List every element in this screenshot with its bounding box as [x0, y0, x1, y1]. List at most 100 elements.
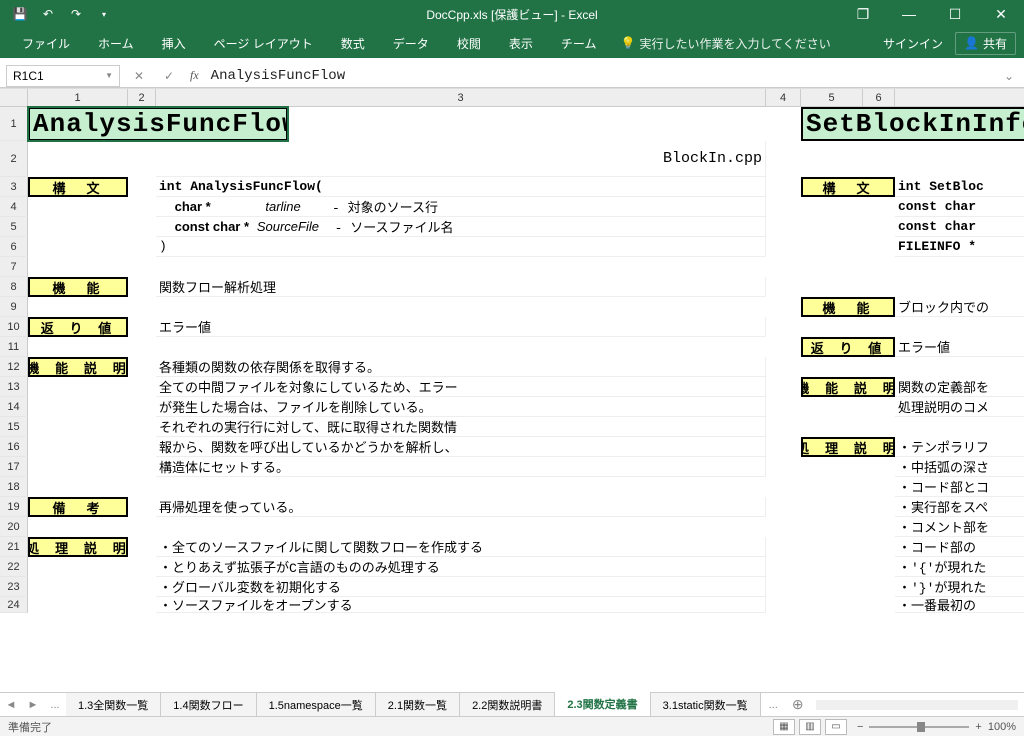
zoom-level[interactable]: 100%: [988, 721, 1016, 733]
cell[interactable]: ・中括弧の深さ: [895, 457, 1024, 477]
row-header[interactable]: 22: [0, 557, 28, 577]
row-header[interactable]: 11: [0, 337, 28, 357]
row-header[interactable]: 6: [0, 237, 28, 257]
tab-review[interactable]: 校閲: [443, 29, 495, 58]
cell[interactable]: 返 り 値: [801, 337, 895, 357]
maximize-button[interactable]: ☐: [932, 0, 978, 28]
spreadsheet-grid[interactable]: 123456 123456789101112131415161718192021…: [0, 88, 1024, 688]
sheet-nav-first-icon[interactable]: ◄: [0, 699, 22, 711]
view-pagelayout-icon[interactable]: ▥: [799, 719, 821, 735]
column-header[interactable]: 1: [28, 89, 128, 107]
tab-home[interactable]: ホーム: [84, 29, 148, 58]
row-header[interactable]: 23: [0, 577, 28, 597]
column-header[interactable]: 5: [801, 89, 863, 107]
row-header[interactable]: 1: [0, 107, 28, 141]
sheet-nav-prev-icon[interactable]: ►: [22, 699, 44, 711]
cell[interactable]: 機 能 説 明: [28, 357, 128, 377]
cell[interactable]: FILEINFO *: [895, 237, 1024, 257]
row-header[interactable]: 19: [0, 497, 28, 517]
cell[interactable]: ・全てのソースファイルに関して関数フローを作成する: [156, 537, 766, 557]
cell[interactable]: ・'{'が現れた: [895, 557, 1024, 577]
row-header[interactable]: 3: [0, 177, 28, 197]
cell[interactable]: ・実行部をスペ: [895, 497, 1024, 517]
tab-file[interactable]: ファイル: [8, 29, 84, 58]
close-button[interactable]: ✕: [978, 0, 1024, 28]
row-header[interactable]: 8: [0, 277, 28, 297]
row-header[interactable]: 21: [0, 537, 28, 557]
cell[interactable]: ・'}'が現れた: [895, 577, 1024, 597]
cell[interactable]: ・グローバル変数を初期化する: [156, 577, 766, 597]
row-header[interactable]: 24: [0, 597, 28, 613]
cell[interactable]: 機 能: [28, 277, 128, 297]
cell[interactable]: 機 能: [801, 297, 895, 317]
cell[interactable]: が発生した場合は、ファイルを削除している。: [156, 397, 766, 417]
redo-icon[interactable]: ↷: [64, 2, 88, 26]
row-header[interactable]: 2: [0, 141, 28, 177]
view-normal-icon[interactable]: ▦: [773, 719, 795, 735]
tab-insert[interactable]: 挿入: [148, 29, 200, 58]
cell[interactable]: ・とりあえず拡張子がC言語のもののみ処理する: [156, 557, 766, 577]
cell[interactable]: エラー値: [895, 337, 1024, 357]
cell[interactable]: ・ソースファイルをオープンする: [156, 597, 766, 613]
tab-view[interactable]: 表示: [495, 29, 547, 58]
cell[interactable]: ・テンポラリフ: [895, 437, 1024, 457]
cell[interactable]: 全ての中間ファイルを対象にしているため、エラー: [156, 377, 766, 397]
cell[interactable]: 再帰処理を使っている。: [156, 497, 766, 517]
row-header[interactable]: 18: [0, 477, 28, 497]
sheet-tab[interactable]: 2.2関数説明書: [460, 693, 555, 717]
cell[interactable]: SetBlockInInfo: [801, 107, 1024, 141]
cell[interactable]: const char * SourceFile - ソースファイル名: [156, 217, 766, 237]
sheet-tab[interactable]: 1.5namespace一覧: [257, 693, 376, 717]
cell[interactable]: 各種類の関数の依存関係を取得する。: [156, 357, 766, 377]
cell[interactable]: BlockIn.cpp: [156, 141, 766, 177]
column-header[interactable]: 4: [766, 89, 801, 107]
column-header[interactable]: 6: [863, 89, 895, 107]
chevron-down-icon[interactable]: ▼: [105, 71, 113, 80]
view-pagebreak-icon[interactable]: ▭: [825, 719, 847, 735]
sheet-nav-more[interactable]: ...: [44, 699, 66, 711]
ribbon-display-icon[interactable]: ❐: [840, 0, 886, 28]
cell[interactable]: ・コメント部を: [895, 517, 1024, 537]
cell[interactable]: 返 り 値: [28, 317, 128, 337]
cell[interactable]: int SetBloc: [895, 177, 1024, 197]
cell[interactable]: エラー値: [156, 317, 766, 337]
cell[interactable]: ・コード部の: [895, 537, 1024, 557]
formula-bar[interactable]: AnalysisFuncFlow: [211, 68, 992, 84]
zoom-slider[interactable]: [869, 726, 969, 728]
expand-formula-icon[interactable]: ⌄: [1004, 69, 1018, 83]
cell[interactable]: ): [156, 237, 766, 257]
qat-dropdown-icon[interactable]: ▾: [92, 2, 116, 26]
cell[interactable]: 関数の定義部を: [895, 377, 1024, 397]
cell[interactable]: 関数フロー解析処理: [156, 277, 766, 297]
sheet-tab[interactable]: 1.4関数フロー: [161, 693, 256, 717]
cell[interactable]: 備 考: [28, 497, 128, 517]
row-header[interactable]: 20: [0, 517, 28, 537]
cell[interactable]: 構 文: [28, 177, 128, 197]
cell[interactable]: それぞれの実行行に対して、既に取得された関数情: [156, 417, 766, 437]
share-button[interactable]: 👤 共有: [955, 32, 1016, 55]
cell[interactable]: 処 理 説 明: [801, 437, 895, 457]
cell[interactable]: ブロック内での: [895, 297, 1024, 317]
cell[interactable]: ・一番最初の: [895, 597, 1024, 613]
cell[interactable]: ・コード部とコ: [895, 477, 1024, 497]
cell[interactable]: 報から、関数を呼び出しているかどうかを解析し、: [156, 437, 766, 457]
row-header[interactable]: 12: [0, 357, 28, 377]
cell[interactable]: const char: [895, 217, 1024, 237]
cell[interactable]: const char: [895, 197, 1024, 217]
row-header[interactable]: 4: [0, 197, 28, 217]
fx-icon[interactable]: fx: [190, 68, 199, 83]
row-header[interactable]: 7: [0, 257, 28, 277]
row-header[interactable]: 14: [0, 397, 28, 417]
row-header[interactable]: 16: [0, 437, 28, 457]
sheet-tab[interactable]: 3.1static関数一覧: [651, 693, 761, 717]
minimize-button[interactable]: —: [886, 0, 932, 28]
row-header[interactable]: 5: [0, 217, 28, 237]
column-header[interactable]: [895, 89, 1024, 107]
row-header[interactable]: 17: [0, 457, 28, 477]
tab-team[interactable]: チーム: [547, 29, 611, 58]
tab-formulas[interactable]: 数式: [327, 29, 379, 58]
sheet-tab-active[interactable]: 2.3関数定義書: [555, 692, 650, 718]
cell[interactable]: 処理説明のコメ: [895, 397, 1024, 417]
add-sheet-button[interactable]: ⊕: [786, 696, 810, 713]
tellme-search[interactable]: 💡 実行したい作業を入力してください: [620, 35, 830, 52]
